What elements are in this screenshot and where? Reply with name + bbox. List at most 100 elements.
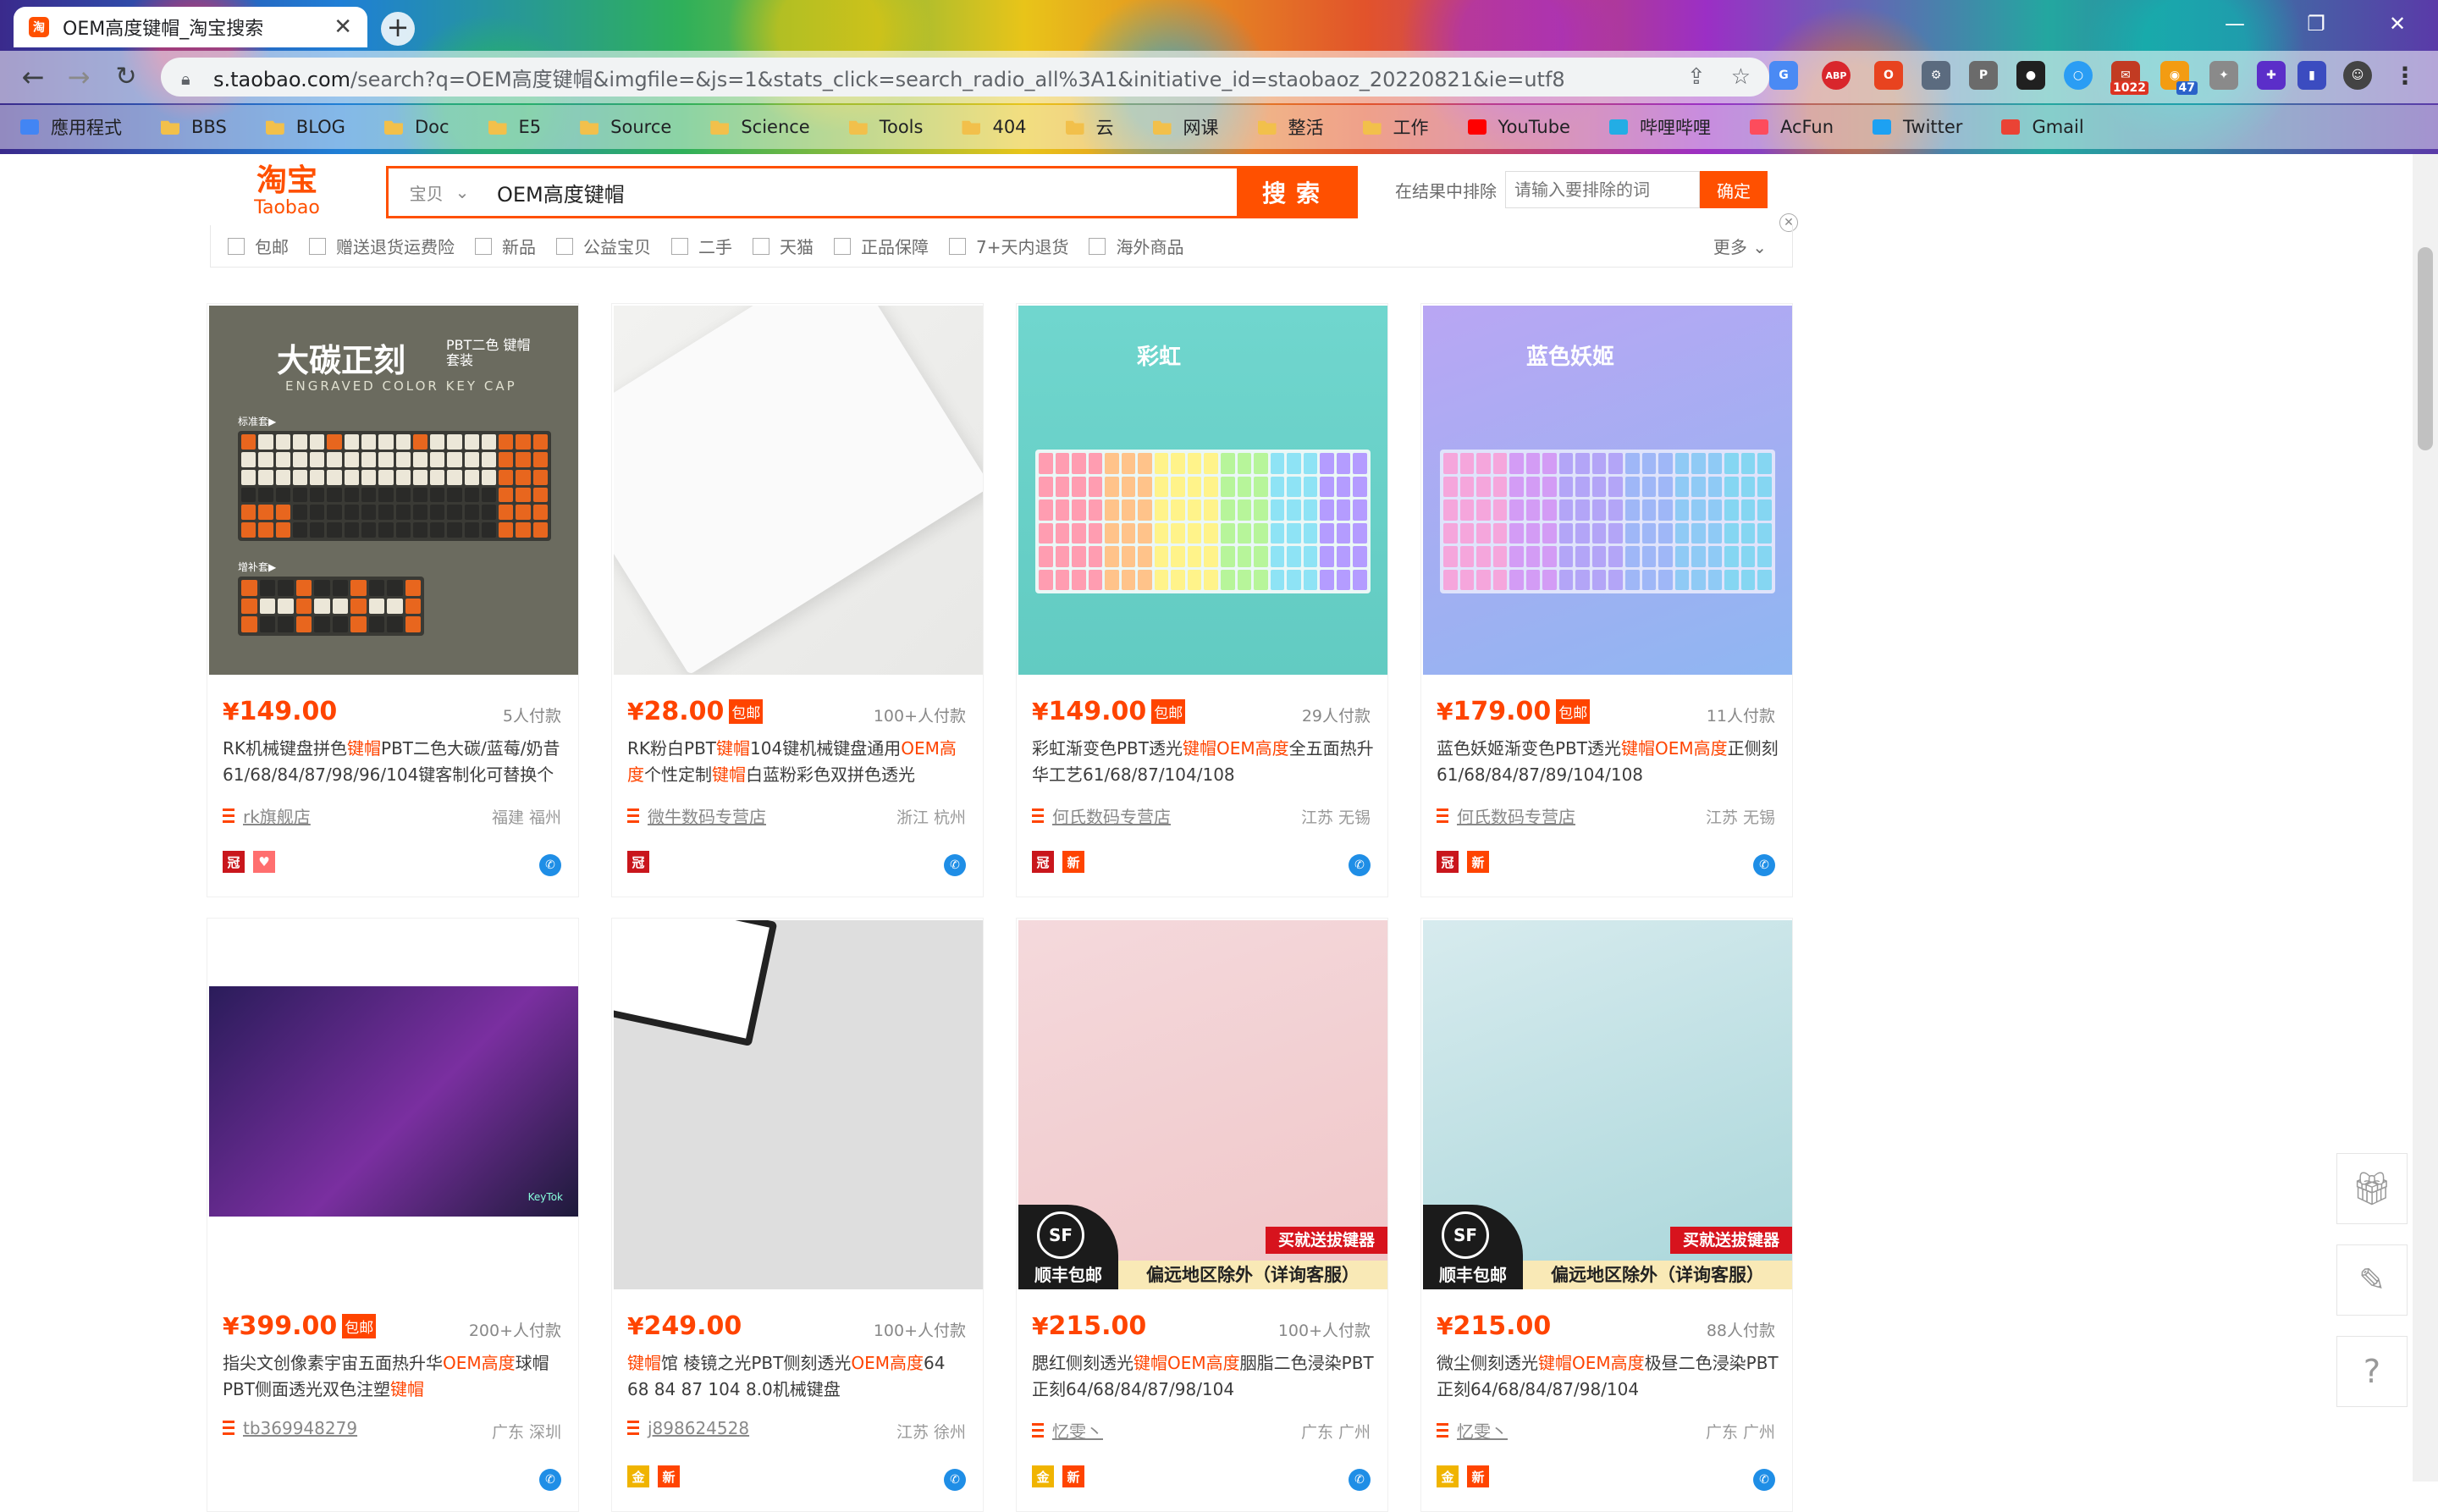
chat-wangwang-icon[interactable]: ✆ — [944, 854, 966, 876]
shop-link[interactable]: j898624528 — [627, 1418, 749, 1438]
crown-icon[interactable]: 冠 — [223, 851, 245, 873]
gold-medal-icon[interactable]: 金 — [1437, 1465, 1459, 1487]
checkbox[interactable] — [949, 237, 966, 255]
close-tab-icon[interactable]: ✕ — [334, 14, 352, 40]
puzzle-ext-icon[interactable]: ✦ — [2209, 61, 2238, 90]
scrollbar-thumb[interactable] — [2418, 247, 2433, 450]
bookmark-star-icon[interactable]: ☆ — [1731, 64, 1751, 90]
close-window-icon[interactable]: ✕ — [2374, 8, 2421, 39]
bookmark-item[interactable]: Twitter — [1873, 117, 1962, 137]
office-ext-icon[interactable]: O — [1874, 61, 1903, 90]
rss-ext-icon[interactable]: ◉ 47 — [2160, 61, 2198, 95]
filter-checkbox[interactable]: 二手 — [671, 234, 732, 258]
new-badge-icon[interactable]: 新 — [1062, 851, 1084, 873]
heart-icon[interactable]: ♥ — [253, 851, 275, 873]
shop-link[interactable]: rk旗舰店 — [223, 803, 311, 828]
product-card[interactable]: 大碳正刻 PBT二色 键帽套装 ENGRAVED COLOR KEY CAP 标准套▶… — [207, 303, 579, 897]
page-scrollbar[interactable] — [2413, 154, 2438, 1482]
checkbox[interactable] — [228, 237, 245, 255]
bookmark-item[interactable]: YouTube — [1467, 117, 1570, 137]
filter-checkbox[interactable]: 7+天内退货 — [949, 234, 1068, 258]
bookmark-item[interactable]: AcFun — [1749, 117, 1834, 137]
new-tab-button[interactable]: + — [381, 12, 415, 46]
filter-checkbox[interactable]: 正品保障 — [834, 234, 929, 258]
product-card[interactable]: ¥28.00 包邮 100+人付款 RK粉白PBT键帽104键机械键盘通用OEM高度个… — [611, 303, 984, 897]
browser-tab[interactable]: 淘 OEM高度键帽_淘宝搜索 ✕ — [14, 7, 367, 47]
new-badge-icon[interactable]: 新 — [1467, 1465, 1489, 1487]
checkbox[interactable] — [753, 237, 769, 255]
chat-wangwang-icon[interactable]: ✆ — [944, 1469, 966, 1491]
bookmark-item[interactable]: 网课 — [1152, 114, 1219, 140]
p-ext-icon[interactable]: P — [1969, 61, 1998, 90]
checkbox[interactable] — [475, 237, 492, 255]
bookmark-item[interactable]: 整活 — [1257, 114, 1324, 140]
gift-icon[interactable]: 🎁︎ — [2336, 1153, 2408, 1224]
exclude-input[interactable] — [1505, 171, 1700, 208]
crown-icon[interactable]: 冠 — [627, 851, 649, 873]
profile-avatar[interactable]: ☺ — [2343, 61, 2372, 90]
bookmark-item[interactable]: Doc — [383, 117, 450, 137]
search-button[interactable]: 搜索 — [1237, 168, 1355, 216]
share-icon[interactable]: ⇪ — [1687, 64, 1706, 90]
product-image[interactable] — [614, 920, 983, 1289]
checkbox[interactable] — [556, 237, 573, 255]
checkbox[interactable] — [834, 237, 851, 255]
product-title-link[interactable]: 键帽馆 棱镜之光PBT侧刻透光OEM高度64 68 84 87 104 8.0机… — [627, 1350, 969, 1403]
exclude-confirm-button[interactable]: 确定 — [1700, 171, 1768, 208]
product-card[interactable]: 彩虹 ¥149.00 包邮 29人付款 彩虹渐变色PBT透光键帽OEM高度全五面热升华工… — [1016, 303, 1388, 897]
product-card[interactable]: SF 买就送拔键器 顺丰包邮 偏远地区除外（详询客服） ¥215.00 100+人付款 腮红… — [1016, 918, 1388, 1512]
shop-link[interactable]: 微牛数码专营店 — [627, 803, 766, 828]
forward-icon[interactable]: → — [61, 59, 97, 95]
translate-ext-icon[interactable]: G — [1769, 61, 1798, 90]
product-title-link[interactable]: 腮红侧刻透光键帽OEM高度胭脂二色浸染PBT正刻64/68/84/87/98/1… — [1032, 1350, 1374, 1403]
bookmark-item[interactable]: BLOG — [265, 117, 345, 137]
bookmark-item[interactable]: BBS — [161, 117, 227, 137]
product-title-link[interactable]: 指尖文创像素宇宙五面热升华OEM高度球帽PBT侧面透光双色注塑键帽 — [223, 1350, 565, 1403]
filters-more-button[interactable]: 更多 ⌄ — [1713, 234, 1767, 258]
checkbox[interactable] — [1089, 237, 1106, 255]
filter-checkbox[interactable]: 海外商品 — [1089, 234, 1183, 258]
product-card[interactable]: ¥249.00 100+人付款 键帽馆 棱镜之光PBT侧刻透光OEM高度64 68 … — [611, 918, 984, 1512]
sidepanel-icon[interactable]: ▮ — [2297, 61, 2326, 90]
shop-link[interactable]: 忆雯丶 — [1437, 1418, 1508, 1443]
back-icon[interactable]: ← — [15, 59, 51, 95]
mask-ext-icon[interactable]: ● — [2016, 61, 2045, 90]
bookmark-item[interactable]: Science — [710, 117, 810, 137]
product-title-link[interactable]: RK机械键盘拼色键帽PBT二色大碳/蓝莓/奶昔61/68/84/87/98/96… — [223, 736, 565, 788]
search-category-select[interactable]: 宝贝 ⌄ — [389, 168, 490, 216]
chat-wangwang-icon[interactable]: ✆ — [1753, 854, 1775, 876]
crown-icon[interactable]: 冠 — [1032, 851, 1054, 873]
bookmark-item[interactable]: E5 — [488, 117, 541, 137]
new-badge-icon[interactable]: 新 — [1467, 851, 1489, 873]
product-image[interactable]: 大碳正刻 PBT二色 键帽套装 ENGRAVED COLOR KEY CAP 标准套▶… — [209, 306, 578, 675]
adblock-ext-icon[interactable]: ABP — [1822, 61, 1851, 90]
chat-wangwang-icon[interactable]: ✆ — [539, 1469, 561, 1491]
filter-checkbox[interactable]: 公益宝贝 — [556, 234, 651, 258]
edit-icon[interactable]: ✎ — [2336, 1244, 2408, 1316]
chat-wangwang-icon[interactable]: ✆ — [1753, 1469, 1775, 1491]
chat-wangwang-icon[interactable]: ✆ — [539, 854, 561, 876]
product-image[interactable]: 彩虹 — [1018, 306, 1387, 675]
extensions-puzzle-icon[interactable]: ✚ — [2257, 61, 2286, 90]
product-title-link[interactable]: 微尘侧刻透光键帽OEM高度极昼二色浸染PBT正刻64/68/84/87/98/1… — [1437, 1350, 1779, 1403]
bookmark-item[interactable]: 404 — [962, 117, 1027, 137]
bookmark-item[interactable]: 應用程式 — [20, 114, 122, 140]
filter-checkbox[interactable]: 天猫 — [753, 234, 814, 258]
minimize-icon[interactable]: — — [2211, 8, 2259, 39]
shop-link[interactable]: 忆雯丶 — [1032, 1418, 1103, 1443]
maximize-icon[interactable]: ❐ — [2292, 8, 2340, 39]
product-image[interactable] — [614, 306, 983, 675]
shop-link[interactable]: 何氏数码专营店 — [1032, 803, 1171, 828]
filter-checkbox[interactable]: 包邮 — [228, 234, 289, 258]
product-title-link[interactable]: 蓝色妖姬渐变色PBT透光键帽OEM高度正侧刻61/68/84/87/89/104… — [1437, 736, 1779, 788]
product-image[interactable]: 蓝色妖姬 — [1423, 306, 1792, 675]
shop-link[interactable]: 何氏数码专营店 — [1437, 803, 1575, 828]
filter-checkbox[interactable]: 新品 — [475, 234, 536, 258]
bookmark-item[interactable]: 云 — [1065, 114, 1114, 140]
product-image[interactable]: SF 买就送拔键器 顺丰包邮 偏远地区除外（详询客服） — [1018, 920, 1387, 1289]
bookmark-item[interactable]: Source — [580, 117, 671, 137]
checkbox[interactable] — [309, 237, 326, 255]
circle-ext-icon[interactable]: ○ — [2064, 61, 2093, 90]
product-image[interactable]: KeyTok — [209, 920, 578, 1289]
product-title-link[interactable]: 彩虹渐变色PBT透光键帽OEM高度全五面热升华工艺61/68/87/104/10… — [1032, 736, 1374, 788]
